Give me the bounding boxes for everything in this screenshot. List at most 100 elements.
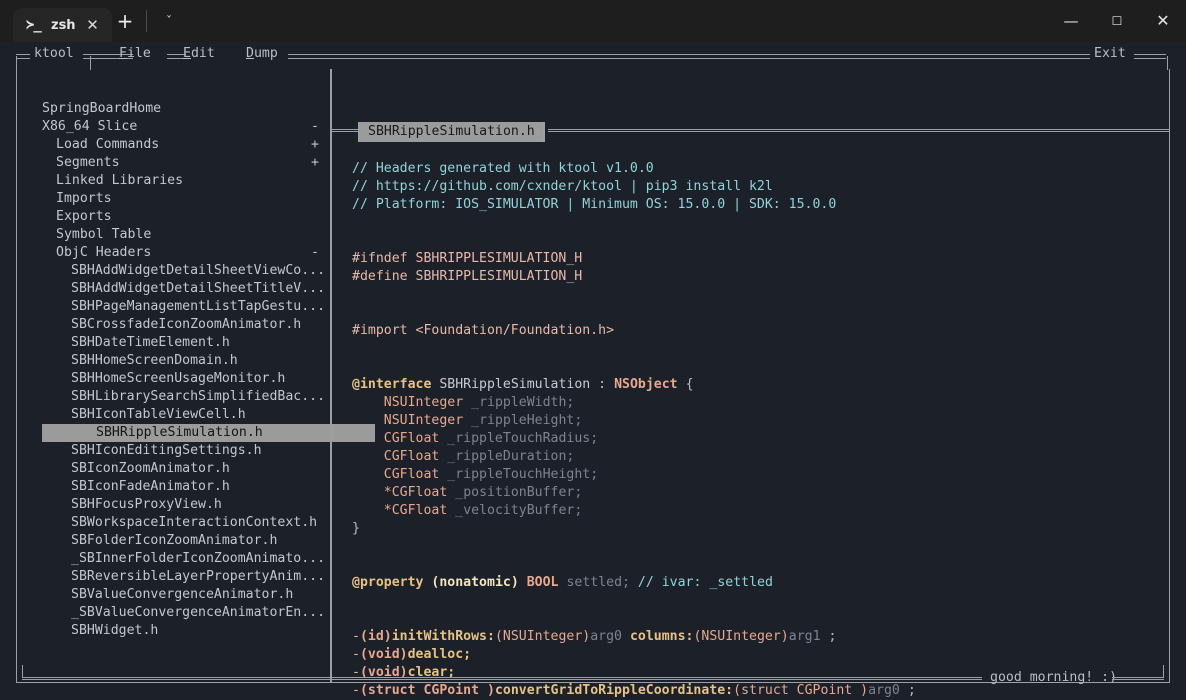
tree-item-label: SBHIconEditingSettings.h xyxy=(71,443,262,458)
method-selector: dealloc; xyxy=(407,647,472,662)
tree-item[interactable]: SBValueConvergenceAnimator.h xyxy=(17,586,330,604)
tree-item[interactable]: SBHFocusProxyView.h xyxy=(17,496,330,514)
tree-item-label: Linked Libraries xyxy=(56,173,184,188)
collapse-toggle-icon[interactable]: - xyxy=(311,244,319,262)
tree-item[interactable]: SBHAddWidgetDetailSheetTitleV... xyxy=(17,280,330,298)
code-line: // Platform: IOS_SIMULATOR | Minimum OS:… xyxy=(352,196,916,214)
code-line xyxy=(352,538,916,556)
tree-item-label: SpringBoardHome xyxy=(42,101,162,116)
menu-border-divider xyxy=(90,56,91,70)
tree-item[interactable]: SpringBoardHome xyxy=(17,100,330,118)
tree-item-label: SBFolderIconZoomAnimator.h xyxy=(71,533,278,548)
tree-item-selected[interactable]: SBHRippleSimulation.h xyxy=(42,424,375,442)
ivar-type: CGFloat xyxy=(383,431,440,446)
window-close-button[interactable]: ✕ xyxy=(1140,0,1186,42)
method-return-type: (void) xyxy=(359,647,408,662)
property-comment: // ivar: _settled xyxy=(637,575,773,590)
tree-item[interactable]: SBCrossfadeIconZoomAnimator.h xyxy=(17,316,330,334)
interface-keyword: @interface xyxy=(352,377,432,392)
tree-item[interactable]: SBHAddWidgetDetailSheetViewCo... xyxy=(17,262,330,280)
code-blank xyxy=(352,593,360,608)
menu-item-file[interactable]: File xyxy=(119,45,151,63)
menu-item-dump[interactable]: Dump xyxy=(246,45,278,63)
code-blank xyxy=(352,539,360,554)
superclass-name: NSObject xyxy=(614,377,678,392)
ivar-type: *CGFloat xyxy=(383,503,448,518)
tree-item[interactable]: SBWorkspaceInteractionContext.h xyxy=(17,514,330,532)
code-blank xyxy=(352,341,360,356)
code-blank xyxy=(352,287,360,302)
tree-item[interactable]: SBHHomeScreenUsageMonitor.h xyxy=(17,370,330,388)
tree-item[interactable]: Load Commands + xyxy=(17,136,330,154)
expand-toggle-icon[interactable]: + xyxy=(311,154,319,172)
tree-item[interactable]: SBHLibrarySearchSimplifiedBac... xyxy=(17,388,330,406)
menubar: ktool File Edit Dump Exit xyxy=(0,42,1186,70)
menu-rule xyxy=(16,54,30,59)
tree-item[interactable]: _SBInnerFolderIconZoomAnimato... xyxy=(17,550,330,568)
tree-item[interactable]: SBIconFadeAnimator.h xyxy=(17,478,330,496)
tree-item[interactable]: Segments + xyxy=(17,154,330,172)
tree-item[interactable]: SBIconZoomAnimator.h xyxy=(17,460,330,478)
code-line: #ifndef SBHRIPPLESIMULATION_H xyxy=(352,250,916,268)
tree-item[interactable]: SBHIconTableViewCell.h xyxy=(17,406,330,424)
code-line: CGFloat _rippleTouchHeight; xyxy=(352,466,916,484)
code-line: CGFloat _rippleTouchRadius; xyxy=(352,430,916,448)
close-icon[interactable]: ✕ xyxy=(85,17,101,33)
plus-icon[interactable]: + xyxy=(110,7,140,35)
tree-item[interactable]: Imports xyxy=(17,190,330,208)
tree-item[interactable]: SBHPageManagementListTapGestu... xyxy=(17,298,330,316)
tree-item[interactable]: SBHIconEditingSettings.h xyxy=(17,442,330,460)
menu-rule xyxy=(288,54,1090,59)
expand-toggle-icon[interactable]: + xyxy=(311,136,319,154)
menu-border-left xyxy=(16,56,17,70)
code-line: #import <Foundation/Foundation.h> xyxy=(352,322,916,340)
tree-item-label: SBHDateTimeElement.h xyxy=(71,335,230,350)
code-line xyxy=(352,286,916,304)
code-line: #define SBHRIPPLESIMULATION_H xyxy=(352,268,916,286)
tree-item[interactable]: SBFolderIconZoomAnimator.h xyxy=(17,532,330,550)
tree-item[interactable]: ObjC Headers - xyxy=(17,244,330,262)
tree-item[interactable]: SBHDateTimeElement.h xyxy=(17,334,330,352)
tree-item[interactable]: X86_64 Slice - xyxy=(17,118,330,136)
tree-item[interactable]: SBReversibleLayerPropertyAnim... xyxy=(17,568,330,586)
tree-item[interactable]: SBHHomeScreenDomain.h xyxy=(17,352,330,370)
window-minimize-button[interactable]: — xyxy=(1048,0,1094,42)
method-scope: - xyxy=(352,647,360,662)
document-tab[interactable]: SBHRippleSimulation.h xyxy=(358,122,545,142)
collapse-toggle-icon[interactable]: - xyxy=(311,118,319,136)
code-blank xyxy=(352,359,360,374)
ivar-name: _rippleTouchHeight; xyxy=(447,467,599,482)
maximize-icon: ☐ xyxy=(1111,14,1123,28)
code-line xyxy=(352,610,916,628)
tree-item[interactable]: Symbol Table xyxy=(17,226,330,244)
status-border-left xyxy=(22,665,23,677)
tree-item[interactable]: SBHWidget.h xyxy=(17,622,330,640)
tree-item-label: ObjC Headers xyxy=(56,245,152,260)
open-brace: { xyxy=(685,377,694,392)
code-line: // Headers generated with ktool v1.0.0 xyxy=(352,160,916,178)
interface-name: SBHRippleSimulation xyxy=(439,377,591,392)
tree-item[interactable]: _SBValueConvergenceAnimatorEn... xyxy=(17,604,330,622)
method-arg-name-2: arg1 xyxy=(788,629,821,644)
code-line xyxy=(352,214,916,232)
terminal-tab-zsh[interactable]: ≻_ zsh ✕ xyxy=(13,8,112,42)
navigation-sidebar[interactable]: SpringBoardHome X86_64 Slice - Load Command… xyxy=(16,69,375,683)
menu-rule xyxy=(1134,54,1166,59)
tabbar-divider xyxy=(146,10,147,32)
chevron-down-icon[interactable]: ˇ xyxy=(155,8,183,34)
menu-item-exit[interactable]: Exit xyxy=(1094,45,1126,63)
semicolon: ; xyxy=(828,629,837,644)
window-titlebar: ≻_ zsh ✕ + ˇ — ☐ ✕ xyxy=(0,0,1186,42)
window-maximize-button[interactable]: ☐ xyxy=(1094,0,1140,42)
code-line: -(void)dealloc; xyxy=(352,646,916,664)
tree-item-label: SBHAddWidgetDetailSheetViewCo... xyxy=(71,263,326,278)
menu-item-edit[interactable]: Edit xyxy=(183,45,215,63)
import-line: #import <Foundation/Foundation.h> xyxy=(352,323,615,338)
tree-item[interactable]: Exports xyxy=(17,208,330,226)
file-tree: SpringBoardHome X86_64 Slice - Load Command… xyxy=(17,69,375,640)
tree-item[interactable]: Linked Libraries xyxy=(17,172,330,190)
close-brace: } xyxy=(352,521,360,536)
